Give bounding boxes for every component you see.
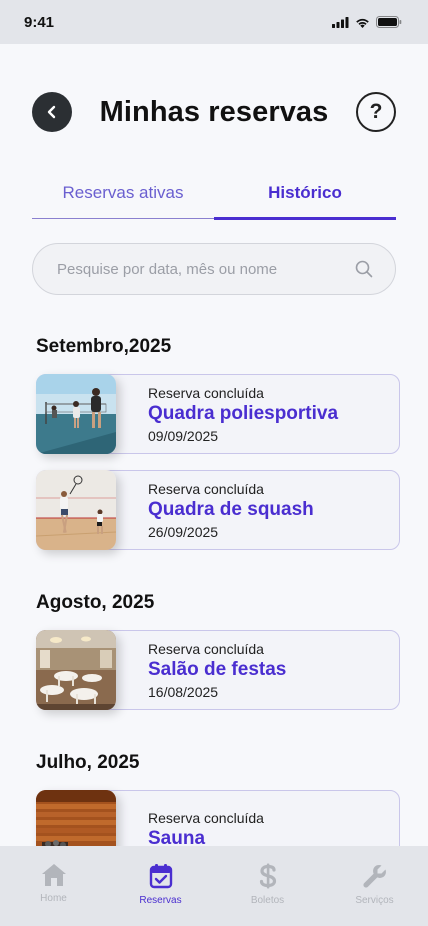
thumbnail-squash-court	[36, 470, 116, 550]
thumbnail-multisport-court	[36, 374, 116, 454]
nav-label-boletos: Boletos	[250, 895, 285, 906]
reservation-date: 26/09/2025	[148, 523, 219, 540]
nav-item-boletos[interactable]: Boletos	[214, 846, 321, 926]
battery-icon	[376, 16, 402, 28]
status-icons	[332, 16, 402, 28]
calendar-check-icon	[149, 864, 172, 889]
dollar-icon	[259, 863, 276, 889]
reservation-name: Quadra de squash	[148, 498, 314, 520]
reservation-status: Reserva concluída	[148, 640, 264, 657]
search-input[interactable]	[57, 260, 355, 278]
status-bar: 9:41	[0, 0, 428, 44]
wifi-icon	[356, 18, 369, 28]
nav-item-home[interactable]: Home	[0, 846, 107, 926]
nav-item-servicos[interactable]: Serviços	[321, 846, 428, 926]
home-icon	[41, 864, 66, 886]
signal-icon	[332, 16, 349, 28]
chevron-left-icon	[47, 105, 56, 119]
thumbnail-party-hall	[36, 630, 116, 710]
nav-label-reservas: Reservas	[139, 895, 182, 906]
reservation-card[interactable]: Reserva concluída Salão de festas 16/08/…	[36, 630, 400, 710]
header: Minhas reservas ?	[32, 90, 396, 134]
back-button[interactable]	[32, 92, 72, 132]
search-icon[interactable]	[355, 260, 373, 278]
reservation-name: Salão de festas	[148, 658, 287, 680]
section-title-september: Setembro,2025	[36, 336, 172, 357]
card-body: Reserva concluída Sauna	[148, 810, 264, 850]
reservation-card[interactable]: Reserva concluída Quadra de squash 26/09…	[36, 470, 400, 550]
tabs: Reservas ativas Histórico	[32, 172, 396, 220]
section-title-july: Julho, 2025	[36, 752, 140, 773]
help-button[interactable]: ?	[356, 92, 396, 132]
nav-item-reservas[interactable]: Reservas	[107, 846, 214, 926]
reservation-date: 09/09/2025	[148, 427, 219, 444]
reservation-name: Quadra poliesportiva	[148, 402, 339, 424]
reservation-date: 16/08/2025	[148, 683, 219, 700]
page-title: Minhas reservas	[99, 95, 329, 128]
bottom-nav: Home Reservas Boletos Serviços	[0, 846, 428, 926]
tab-history[interactable]: Histórico	[214, 172, 396, 220]
card-body: Reserva concluída Quadra de squash 26/09…	[148, 481, 314, 540]
reservation-status: Reserva concluída	[148, 480, 264, 497]
reservation-status: Reserva concluída	[148, 384, 264, 401]
reservation-status: Reserva concluída	[148, 810, 264, 826]
status-time: 9:41	[24, 13, 55, 31]
card-body: Reserva concluída Quadra poliesportiva 0…	[148, 385, 338, 444]
section-title-august: Agosto, 2025	[36, 592, 155, 613]
wrench-icon	[362, 865, 386, 888]
reservation-card[interactable]: Reserva concluída Quadra poliesportiva 0…	[36, 374, 400, 454]
nav-label-home: Home	[40, 893, 67, 904]
card-body: Reserva concluída Salão de festas 16/08/…	[148, 641, 286, 700]
nav-label-servicos: Serviços	[355, 895, 394, 906]
search-bar	[32, 243, 396, 295]
tab-active-reservations[interactable]: Reservas ativas	[32, 172, 214, 218]
